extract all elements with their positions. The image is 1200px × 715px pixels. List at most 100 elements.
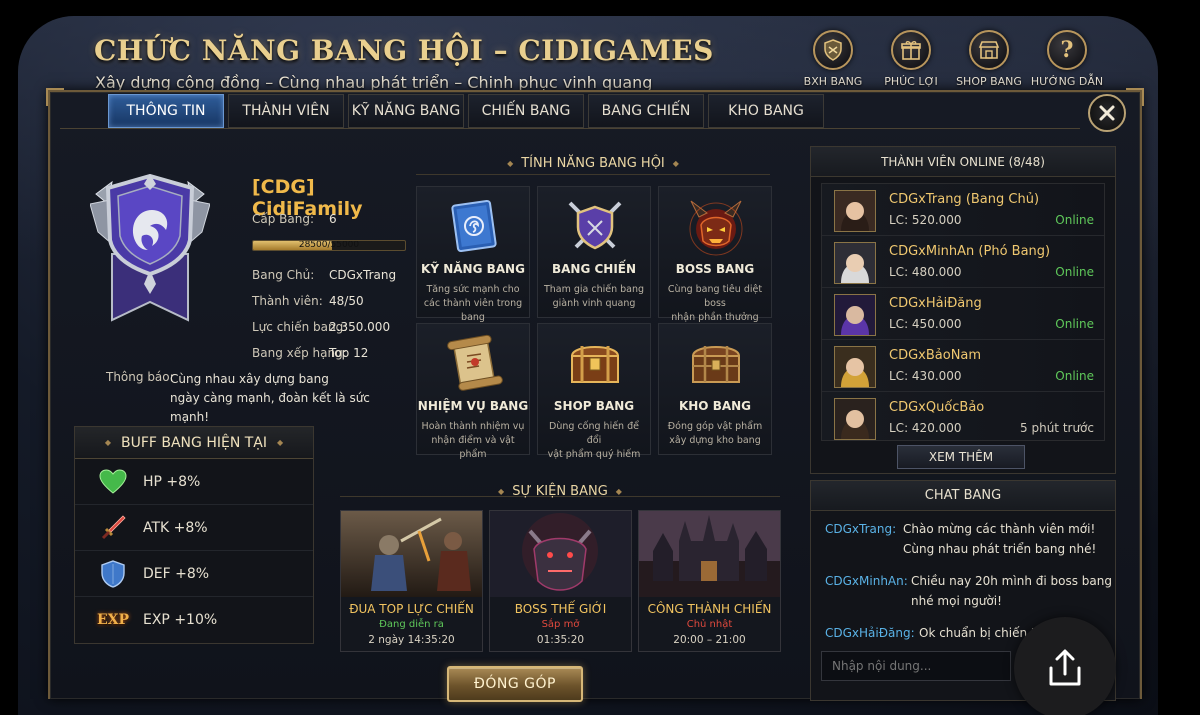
- feature-guild-shop[interactable]: SHOP BANG Dùng cống hiến để đổi vật phẩm …: [537, 323, 651, 460]
- chat-sender[interactable]: CDGxMinhAn:: [825, 574, 908, 588]
- member-row[interactable]: CDGxQuốcBảo LC: 420.000 5 phút trước: [822, 392, 1104, 440]
- feature-guild-skills[interactable]: KỸ NĂNG BANG Tăng sức mạnh cho các thành …: [416, 186, 530, 323]
- event-time: 2 ngày 14:35:20: [368, 634, 455, 646]
- tab-guild-skills[interactable]: KỸ NĂNG BANG: [348, 94, 464, 128]
- guild-ranking-button[interactable]: BXH BANG: [802, 30, 864, 88]
- buff-text: ATK +8%: [143, 519, 208, 536]
- exp-badge: EXP: [96, 612, 130, 628]
- feature-name: NHIỆM VỤ BANG: [417, 399, 529, 413]
- buff-text: HP +8%: [143, 473, 201, 490]
- guild-shop-label: SHOP BANG: [956, 75, 1022, 88]
- online-members-panel: THÀNH VIÊN ONLINE (8/48) CDGxTrang (Bang…: [810, 146, 1116, 474]
- tab-bar: THÔNG TIN THÀNH VIÊN KỸ NĂNG BANG CHIẾN …: [108, 94, 824, 128]
- chat-text-line: Chào mừng các thành viên mới!: [903, 522, 1096, 536]
- event-status: Sắp mở: [541, 619, 580, 630]
- event-card-castle-siege[interactable]: CÔNG THÀNH CHIẾN Chủ nhật 20:00 – 21:00: [638, 510, 781, 652]
- guild-members-label: Thành viên:: [252, 294, 323, 308]
- welfare-button[interactable]: PHÚC LỢI: [880, 30, 942, 88]
- feature-desc: Hoàn thành nhiệm vụ nhận điểm và vật phẩm: [421, 420, 525, 462]
- page-title: CHỨC NĂNG BANG HỘI – CIDIGAMES: [94, 34, 714, 67]
- close-icon: [1099, 105, 1115, 121]
- member-row[interactable]: CDGxHảiĐăng LC: 450.000 Online: [822, 288, 1104, 340]
- share-icon: [1049, 649, 1081, 686]
- member-status: 5 phút trước: [1020, 421, 1094, 435]
- member-row[interactable]: CDGxTrang (Bang Chủ) LC: 520.000 Online: [822, 184, 1104, 236]
- current-buffs-title: BUFF BANG HIỆN TẠI: [120, 434, 268, 451]
- chat-text: Chiều nay 20h mình đi boss bang nhé mọi n…: [911, 571, 1112, 611]
- member-status: Online: [1055, 213, 1094, 227]
- tab-info[interactable]: THÔNG TIN: [108, 94, 224, 128]
- section-divider: [416, 174, 770, 175]
- feature-name: KỸ NĂNG BANG: [421, 262, 525, 276]
- buff-row-def: DEF +8%: [75, 551, 313, 597]
- online-members-list[interactable]: CDGxTrang (Bang Chủ) LC: 520.000 Online …: [821, 183, 1105, 441]
- sword-icon: [97, 513, 129, 543]
- guild-notice-line: ngày càng mạnh, đoàn kết là sức mạnh!: [170, 391, 370, 424]
- member-row[interactable]: CDGxBảoNam LC: 430.000 Online: [822, 340, 1104, 392]
- member-name: CDGxQuốcBảo: [889, 400, 985, 415]
- member-row[interactable]: CDGxMinhAn (Phó Bang) LC: 480.000 Online: [822, 236, 1104, 288]
- guild-ranking-label: BXH BANG: [803, 75, 863, 88]
- shield-icon: [97, 559, 129, 589]
- feature-name: BANG CHIẾN: [551, 262, 637, 276]
- chat-message: CDGxHảiĐăng: Ok chuẩn bị chiến thôi!: [825, 623, 1059, 643]
- member-name: CDGxHảiĐăng: [889, 296, 982, 311]
- event-card-world-boss[interactable]: BOSS THẾ GIỚI Sắp mở 01:35:20: [489, 510, 632, 652]
- guild-leader-label: Bang Chủ:: [252, 268, 315, 282]
- donate-button[interactable]: ĐÓNG GÓP: [447, 666, 583, 702]
- top-icon-bar: BXH BANG PHÚC LỢI SHOP BANG ? HƯỚNG DẪN: [802, 30, 1103, 88]
- feature-desc-line: vật phẩm quý hiếm: [547, 449, 641, 460]
- chat-input[interactable]: [821, 651, 1011, 681]
- events-title: SỰ KIỆN BANG: [340, 484, 780, 499]
- feature-guild-quests[interactable]: NHIỆM VỤ BANG Hoàn thành nhiệm vụ nhận đi…: [416, 323, 530, 460]
- chat-text-line: Chiều nay 20h mình đi boss bang: [911, 574, 1112, 588]
- skill-book-icon: [443, 195, 505, 257]
- guild-emblem-icon: [89, 173, 211, 324]
- buff-text: DEF +8%: [143, 565, 210, 582]
- scroll-icon: [443, 332, 505, 394]
- event-name: ĐUA TOP LỰC CHIẾN: [349, 602, 474, 616]
- buff-row-hp: HP +8%: [75, 459, 313, 505]
- feature-guild-boss[interactable]: BOSS BANG Cùng bang tiêu diệt boss nhận p…: [658, 186, 772, 337]
- event-card-power-race[interactable]: ĐUA TOP LỰC CHIẾN Đang diễn ra 2 ngày 14…: [340, 510, 483, 652]
- treasure-chest-icon: [564, 332, 626, 394]
- tab-guild-storage[interactable]: KHO BANG: [708, 94, 824, 128]
- tab-guild-war[interactable]: CHIẾN BANG: [468, 94, 584, 128]
- heart-icon: [97, 467, 129, 497]
- guild-info-section: [CDG] CidiFamily Cấp Bang: 6 28500/55000…: [64, 140, 406, 424]
- guild-level-value: 6: [329, 212, 337, 226]
- exp-icon: EXP: [97, 605, 129, 635]
- tab-members[interactable]: THÀNH VIÊN: [228, 94, 344, 128]
- feature-desc-line: giành vinh quang: [552, 298, 636, 309]
- member-name: CDGxBảoNam: [889, 348, 982, 363]
- current-buffs-header: ◆ BUFF BANG HIỆN TẠI ◆: [75, 427, 313, 459]
- chat-text-line: nhé mọi người!: [911, 594, 1002, 608]
- guild-power-row: Lực chiến bang: 2.350.000: [252, 320, 390, 334]
- guide-button[interactable]: ? HƯỚNG DẪN: [1031, 30, 1103, 88]
- see-more-button[interactable]: XEM THÊM: [897, 445, 1025, 469]
- chat-text-line: Cùng nhau phát triển bang nhé!: [903, 542, 1097, 556]
- member-status: Online: [1055, 265, 1094, 279]
- chat-sender[interactable]: CDGxTrang:: [825, 522, 896, 536]
- guild-chat-title: CHAT BANG: [811, 481, 1115, 511]
- chat-text: Chào mừng các thành viên mới! Cùng nhau p…: [903, 519, 1096, 559]
- gift-icon: [891, 30, 931, 70]
- chat-message: CDGxTrang: Chào mừng các thành viên mới!…: [825, 519, 1096, 556]
- tab-divider: [60, 128, 1080, 129]
- guild-xp-text: 28500/55000: [298, 240, 360, 250]
- help-icon: ?: [1047, 30, 1087, 70]
- feature-guild-war[interactable]: BANG CHIẾN Tham gia chiến bang giành vinh…: [537, 186, 651, 318]
- feature-guild-storage[interactable]: KHO BANG Đóng góp vật phẩm xây dựng kho b…: [658, 323, 772, 455]
- tab-guild-battle[interactable]: BANG CHIẾN: [588, 94, 704, 128]
- guild-leader-row: Bang Chủ: CDGxTrang: [252, 268, 396, 282]
- feature-desc-line: Tăng sức mạnh cho: [426, 284, 520, 295]
- share-button[interactable]: [1014, 617, 1116, 715]
- guild-xp-bar: 28500/55000: [252, 240, 406, 251]
- feature-desc: Dùng cống hiến để đổi vật phẩm quý hiếm: [542, 420, 646, 462]
- close-button[interactable]: [1088, 94, 1126, 132]
- feature-desc-line: các thành viên trong bang: [423, 298, 523, 323]
- buff-row-exp: EXP EXP +10%: [75, 597, 313, 643]
- guild-shop-button[interactable]: SHOP BANG: [956, 30, 1022, 88]
- chat-sender[interactable]: CDGxHảiĐăng:: [825, 626, 915, 640]
- guild-members-value: 48/50: [329, 294, 364, 308]
